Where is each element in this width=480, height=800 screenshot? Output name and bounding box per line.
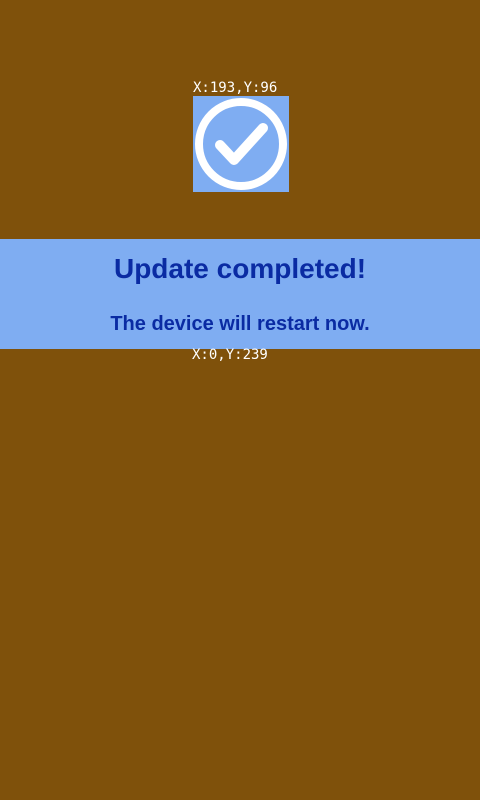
status-title: Update completed! — [113, 253, 367, 284]
checkmark-circle-icon — [195, 98, 287, 190]
icon-coordinate-label: X:193,Y:96 — [193, 80, 278, 96]
banner-coordinate-label: X:0,Y:239 — [192, 347, 268, 363]
update-complete-icon-tile — [193, 96, 289, 192]
status-message: The device will restart now. — [110, 313, 370, 335]
update-status-banner: Update completed! The device will restar… — [0, 239, 480, 349]
